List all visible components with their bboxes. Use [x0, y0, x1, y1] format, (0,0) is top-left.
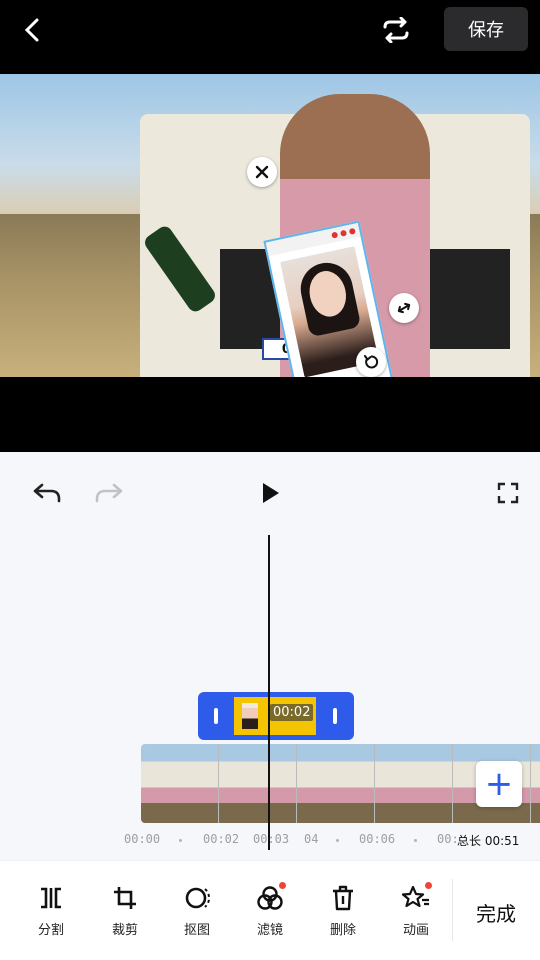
- video-preview[interactable]: 07: [0, 74, 540, 377]
- tool-split[interactable]: 分割: [23, 883, 79, 943]
- overlay-clip[interactable]: 00:02: [234, 697, 316, 735]
- add-clip-button[interactable]: +: [476, 761, 522, 807]
- tool-label: 裁剪: [111, 923, 138, 938]
- overlay-clip-track[interactable]: 00:02: [198, 692, 354, 740]
- playhead[interactable]: [268, 535, 270, 850]
- tool-cutout[interactable]: 抠图: [169, 883, 225, 943]
- tool-delete[interactable]: 删除: [315, 883, 371, 943]
- playback-controls: [0, 470, 540, 516]
- tool-label: 抠图: [183, 923, 210, 938]
- delete-icon: [326, 883, 360, 913]
- redo-button[interactable]: [92, 478, 126, 508]
- toolbar-divider: [452, 879, 453, 941]
- save-button[interactable]: 保存: [444, 7, 528, 51]
- clip-left-handle[interactable]: [214, 708, 218, 724]
- tool-filter[interactable]: 滤镜: [242, 882, 298, 943]
- redo-icon: [95, 483, 123, 503]
- ruler-tick: 00:06: [359, 832, 396, 846]
- tool-animation[interactable]: 动画: [388, 882, 444, 943]
- split-icon: [34, 883, 68, 913]
- track-frame: [297, 744, 375, 823]
- tool-label: 滤镜: [256, 923, 283, 938]
- play-button[interactable]: [253, 478, 287, 508]
- track-frame: [531, 744, 540, 823]
- chevron-left-icon: [24, 18, 39, 42]
- tool-crop[interactable]: 裁剪: [97, 883, 153, 943]
- total-duration: 总长 00:51: [457, 834, 520, 848]
- ruler-tick: 00:00: [124, 832, 161, 846]
- rotate-icon: [364, 355, 379, 369]
- sticker-rotate-button[interactable]: [356, 347, 386, 377]
- top-bar: 保存: [0, 0, 540, 60]
- fullscreen-button[interactable]: [491, 478, 525, 508]
- new-badge: [279, 882, 286, 889]
- close-icon: [255, 165, 269, 179]
- back-button[interactable]: [16, 12, 48, 48]
- undo-button[interactable]: [30, 478, 64, 508]
- clip-right-handle[interactable]: [333, 708, 337, 724]
- tool-label: 删除: [329, 923, 356, 938]
- play-icon: [263, 483, 279, 503]
- undo-icon: [33, 483, 61, 503]
- sticker-close-button[interactable]: [247, 157, 277, 187]
- tool-label: 分割: [37, 923, 64, 938]
- ruler-tick: 04: [304, 832, 319, 846]
- done-button[interactable]: 完成: [462, 897, 530, 927]
- ruler-tick: 00:03: [253, 832, 290, 846]
- track-frame: [375, 744, 453, 823]
- preview-area: 保存 07: [0, 0, 540, 452]
- swap-icon: [383, 17, 409, 43]
- plus-icon: +: [484, 764, 514, 804]
- clip-thumbnail: [242, 703, 258, 729]
- cutout-icon: [180, 883, 214, 913]
- track-frame: [219, 744, 297, 823]
- sticker-scale-button[interactable]: [389, 293, 419, 323]
- track-frame: [141, 744, 219, 823]
- new-badge: [425, 882, 432, 889]
- swap-button[interactable]: [378, 12, 414, 48]
- filter-icon: [253, 882, 287, 913]
- fullscreen-icon: [497, 482, 519, 504]
- ruler-tick: 00:: [437, 832, 459, 846]
- bottom-toolbar: 分割 裁剪 抠图 滤镜 删除 动画 完成: [0, 860, 540, 960]
- crop-icon: [108, 883, 142, 913]
- tool-label: 动画: [402, 923, 429, 938]
- ruler-tick: 00:02: [203, 832, 240, 846]
- animation-icon: [399, 882, 433, 913]
- clip-duration: 00:02: [270, 704, 314, 721]
- resize-icon: [397, 302, 411, 314]
